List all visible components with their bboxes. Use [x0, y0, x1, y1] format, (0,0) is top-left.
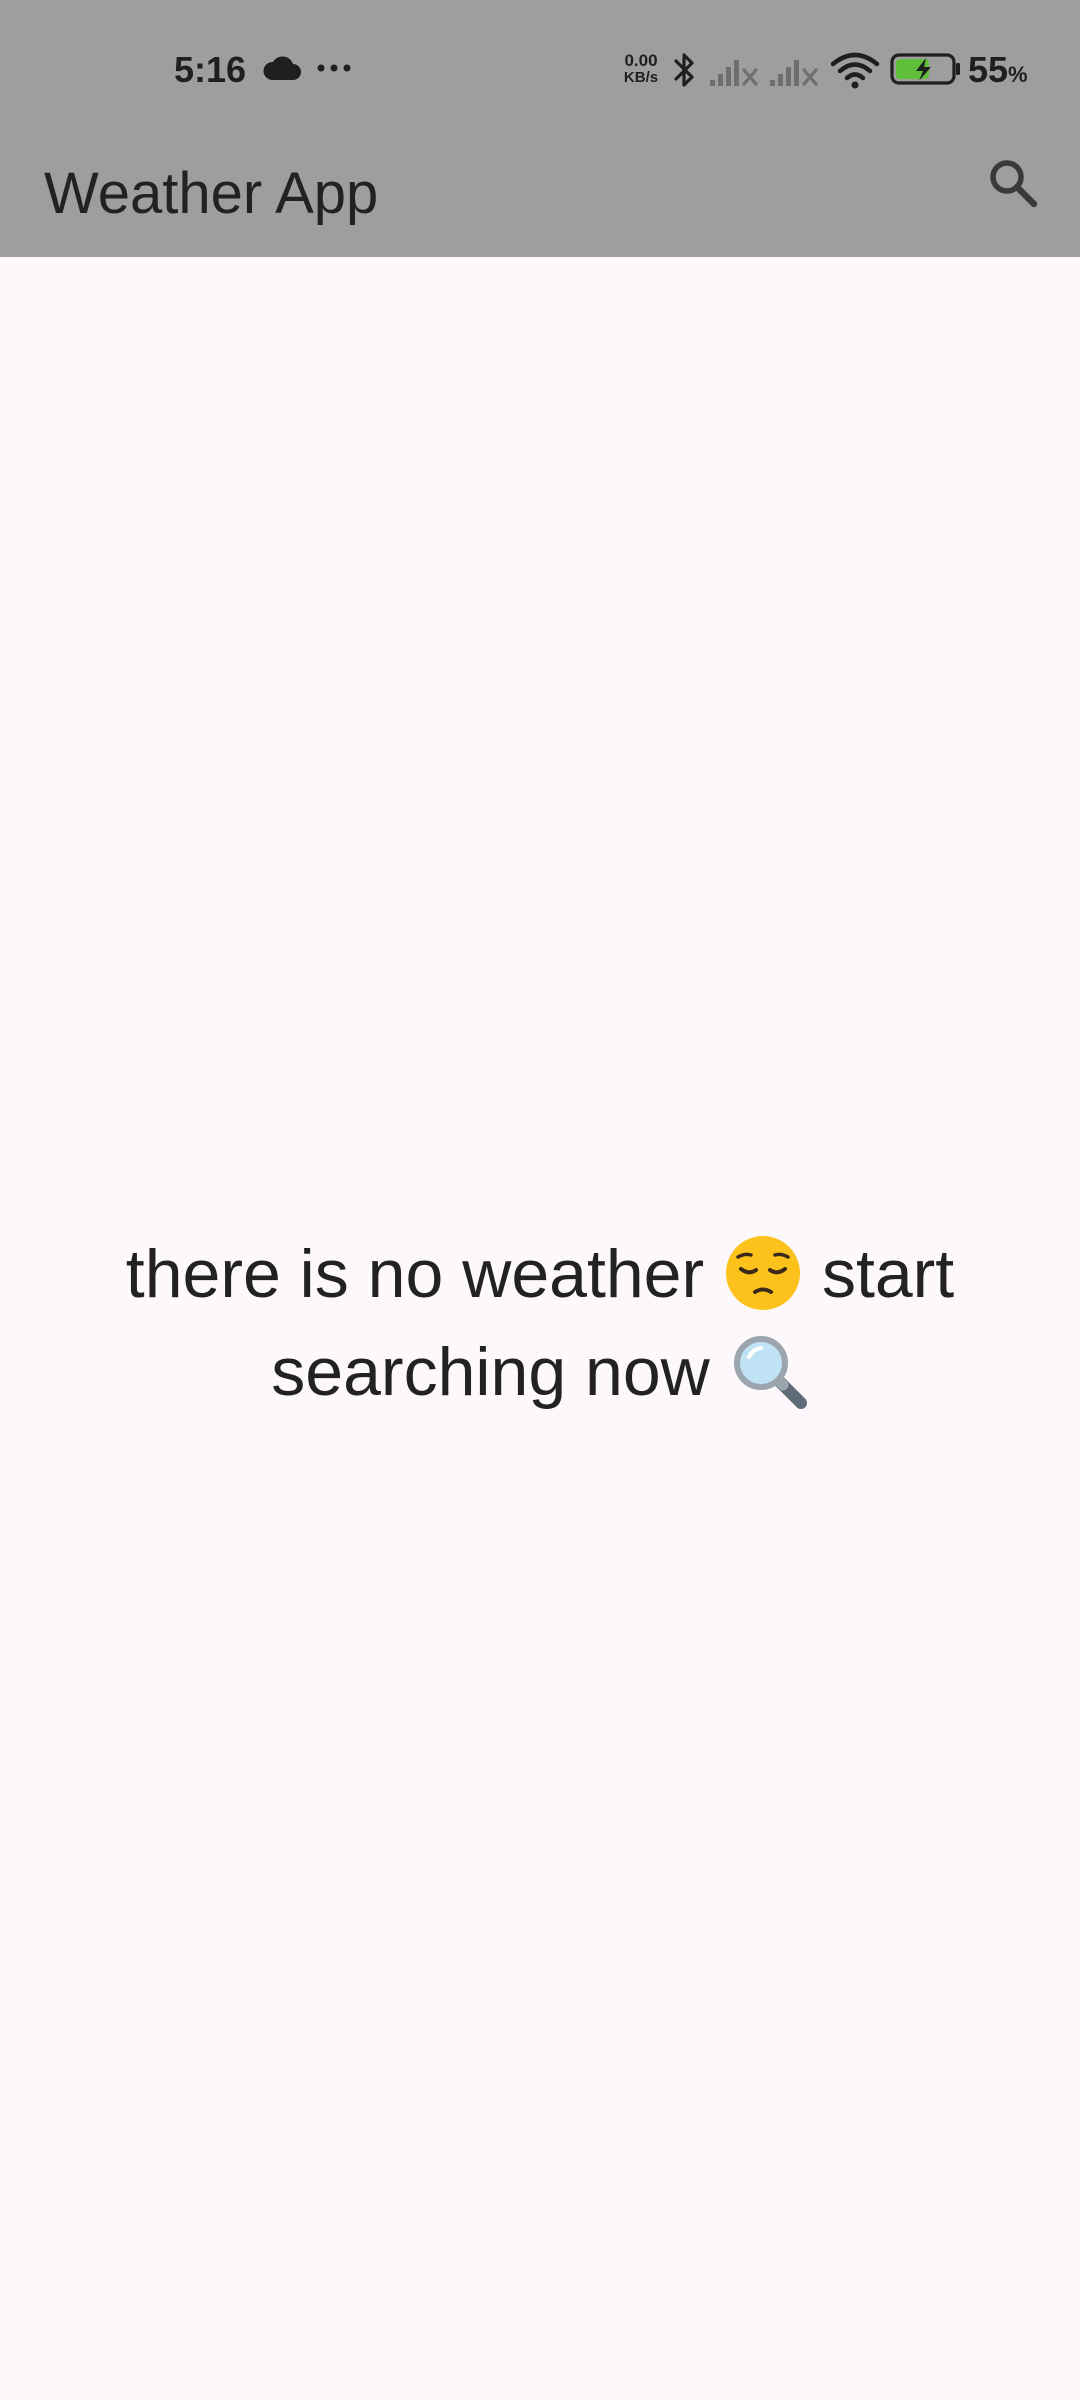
signal-icon — [770, 60, 818, 86]
status-time: 5:16 — [174, 49, 247, 90]
battery-percent: 55% — [968, 49, 1028, 90]
status-bar: 5:16 0.00 KB/s 55% — [0, 0, 1080, 130]
app-bar: Weather App — [0, 130, 1080, 257]
pensive-face-emoji — [726, 1236, 801, 1311]
wifi-icon — [830, 52, 880, 89]
network-speed-unit: KB/s — [623, 69, 659, 86]
top-bar: 5:16 0.00 KB/s 55% Weather App — [0, 0, 1080, 257]
bluetooth-icon — [674, 53, 694, 87]
battery-charging-icon — [890, 53, 960, 85]
empty-state-message: there is no weather start searching now — [60, 1225, 1020, 1421]
search-button[interactable] — [978, 148, 1048, 218]
signal-icon — [710, 60, 758, 86]
more-icon — [317, 64, 351, 72]
magnifying-glass-emoji — [733, 1336, 807, 1410]
network-speed: 0.00 KB/s — [617, 52, 665, 86]
app-title: Weather App — [44, 161, 379, 226]
cloud-icon — [263, 56, 301, 80]
network-speed-value: 0.00 — [624, 51, 658, 70]
search-icon — [990, 160, 1038, 208]
empty-state-text-1: there is no weather — [125, 1236, 705, 1312]
